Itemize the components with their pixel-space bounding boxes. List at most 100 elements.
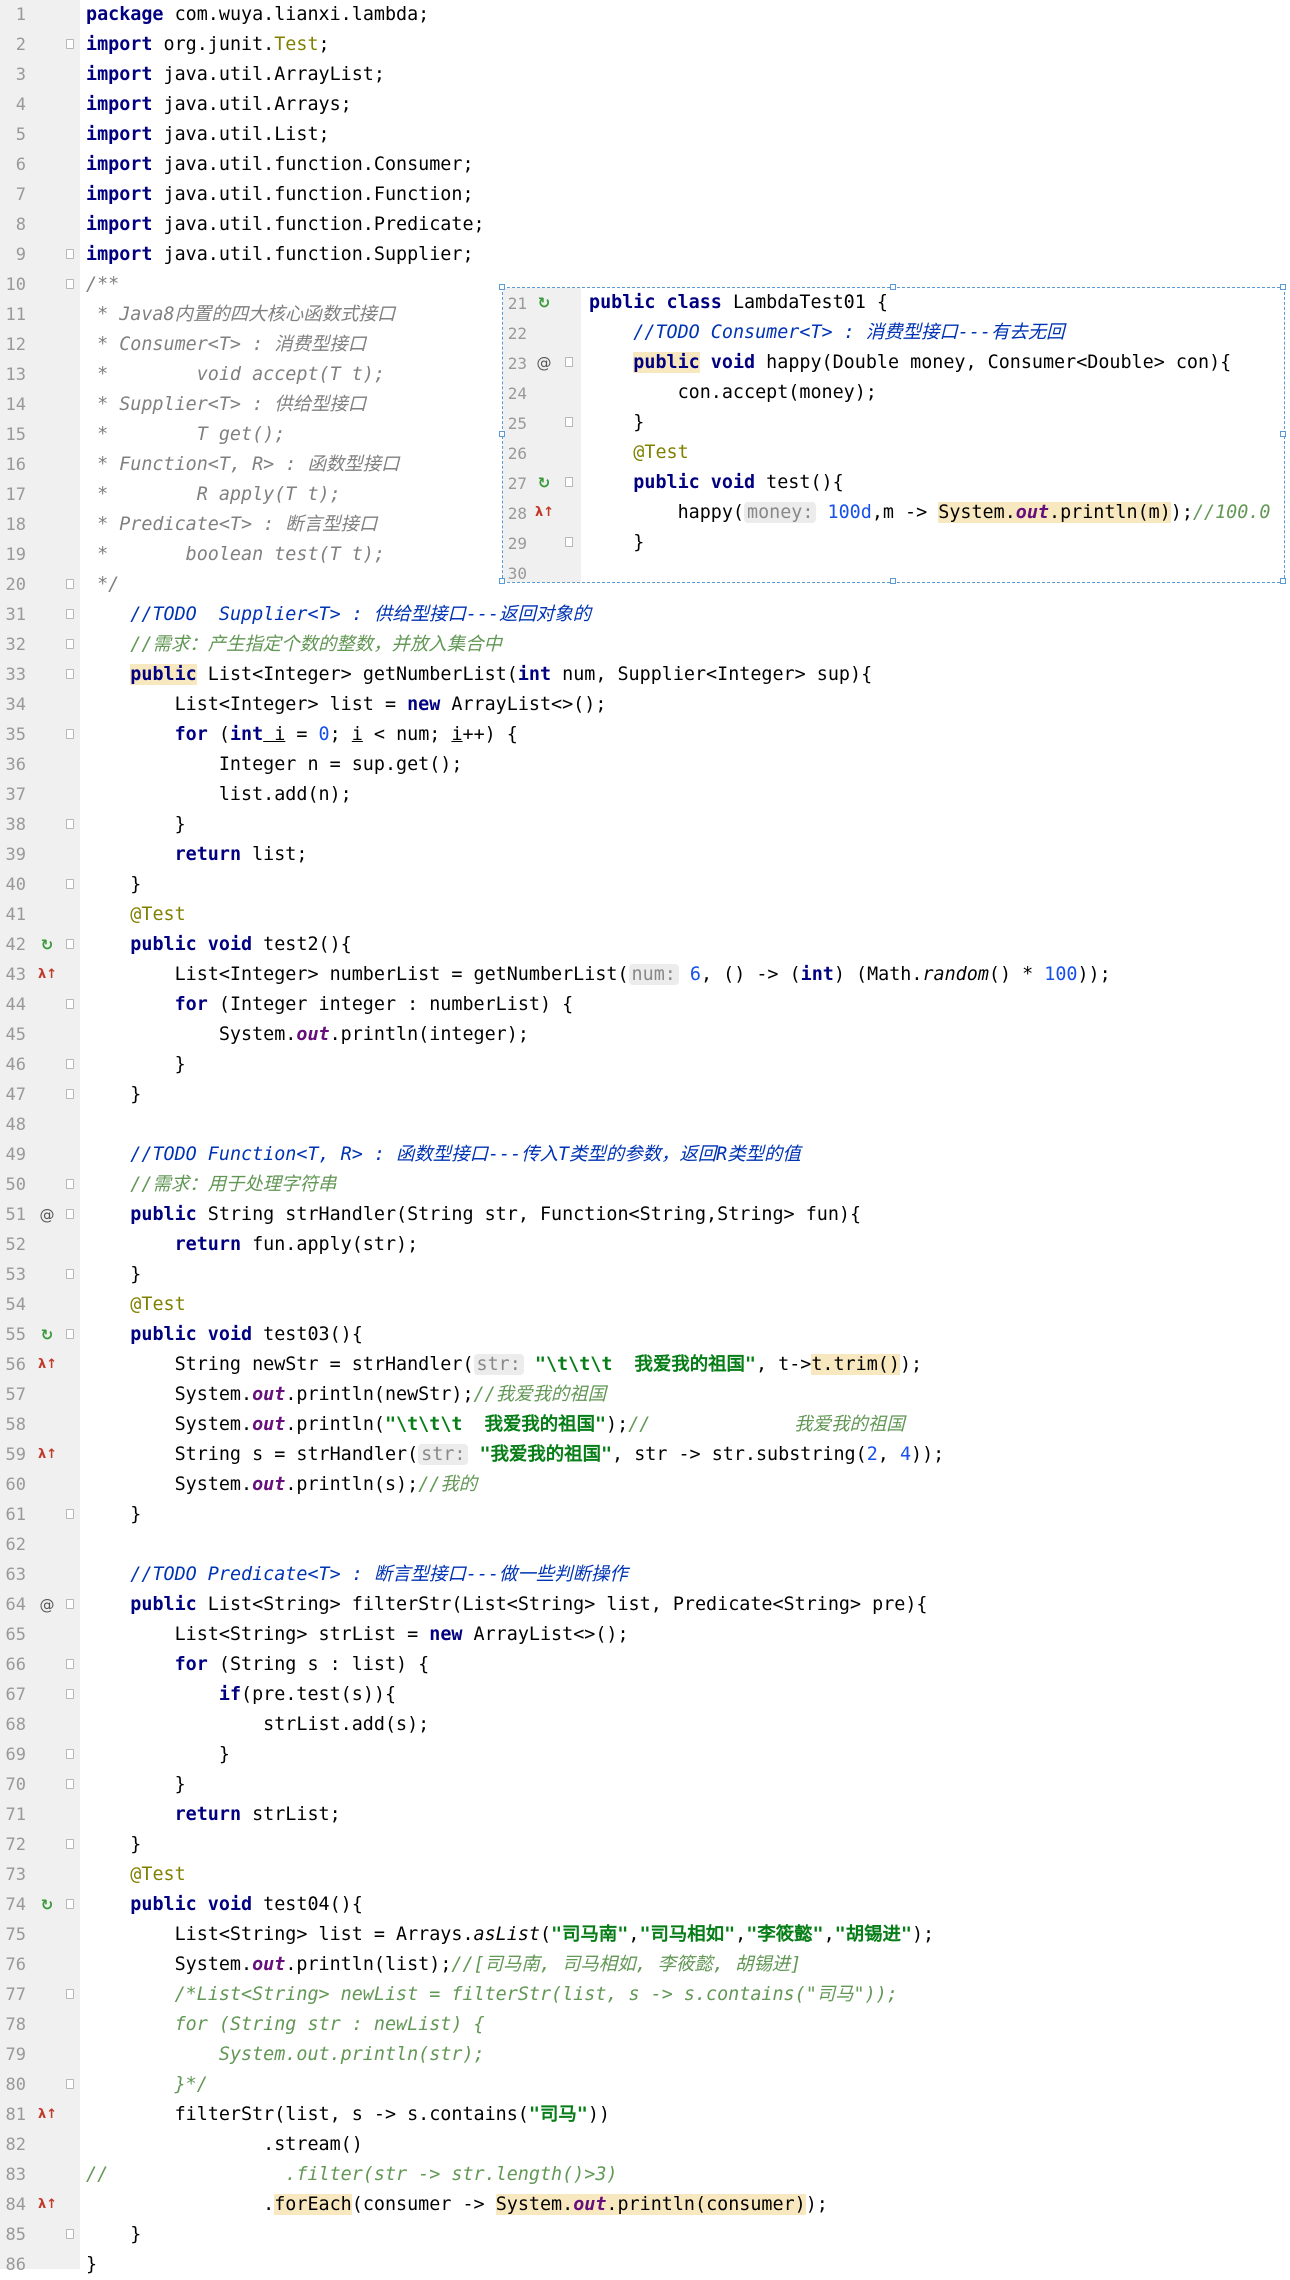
fold-marker-icon[interactable]	[66, 669, 74, 679]
code-line[interactable]: 48	[0, 1110, 1290, 1140]
fold-marker-icon[interactable]	[66, 1179, 74, 1189]
code-line[interactable]: 35 for (int i = 0; i < num; i++) {	[0, 720, 1290, 750]
code-line[interactable]: 2 import org.junit.Test;	[0, 30, 1290, 60]
code-line[interactable]: 64 @ public List<String> filterStr(List<S…	[0, 1590, 1290, 1620]
run-test-icon[interactable]: ↻	[38, 1326, 56, 1344]
lambda-icon[interactable]: λ↑	[38, 2106, 57, 2124]
fold-marker-icon[interactable]	[66, 579, 74, 589]
code-line[interactable]: 50 //需求：用于处理字符串	[0, 1170, 1290, 1200]
fold-marker-icon[interactable]	[66, 999, 74, 1009]
code-line[interactable]: 32 //需求：产生指定个数的整数，并放入集合中	[0, 630, 1290, 660]
fold-marker-icon[interactable]	[66, 1329, 74, 1339]
fold-marker-icon[interactable]	[565, 537, 573, 547]
code-line[interactable]: 79 System.out.println(str);	[0, 2040, 1290, 2070]
fold-marker-icon[interactable]	[66, 249, 74, 259]
code-line[interactable]: 74 ↻ public void test04(){	[0, 1890, 1290, 1920]
code-line[interactable]: 55 ↻ public void test03(){	[0, 1320, 1290, 1350]
resize-handle[interactable]	[1280, 284, 1286, 290]
fold-marker-icon[interactable]	[66, 1059, 74, 1069]
lambda-icon[interactable]: λ↑	[535, 504, 554, 522]
code-line[interactable]: 85 }	[0, 2220, 1290, 2250]
code-line[interactable]: 51 @ public String strHandler(String str,…	[0, 1200, 1290, 1230]
code-line[interactable]: 34 List<Integer> list = new ArrayList<>(…	[0, 690, 1290, 720]
code-line[interactable]: 83 // .filter(str -> str.length()>3)	[0, 2160, 1290, 2190]
override-icon[interactable]: @	[38, 1596, 56, 1614]
fold-marker-icon[interactable]	[66, 1839, 74, 1849]
code-line[interactable]: 52 return fun.apply(str);	[0, 1230, 1290, 1260]
code-line[interactable]: 5 import java.util.List;	[0, 120, 1290, 150]
fold-marker-icon[interactable]	[66, 1599, 74, 1609]
code-line[interactable]: 8 import java.util.function.Predicate;	[0, 210, 1290, 240]
code-line[interactable]: 69 }	[0, 1740, 1290, 1770]
fold-marker-icon[interactable]	[565, 357, 573, 367]
fold-marker-icon[interactable]	[66, 1089, 74, 1099]
fold-marker-icon[interactable]	[66, 1509, 74, 1519]
override-icon[interactable]: @	[38, 1206, 56, 1224]
code-line[interactable]: 63 //TODO Predicate<T> : 断言型接口---做一些判断操作	[0, 1560, 1290, 1590]
code-line[interactable]: 49 //TODO Function<T, R> : 函数型接口---传入T类型…	[0, 1140, 1290, 1170]
code-line[interactable]: 45 System.out.println(integer);	[0, 1020, 1290, 1050]
fold-marker-icon[interactable]	[66, 1689, 74, 1699]
code-line[interactable]: 77 /*List<String> newList = filterStr(li…	[0, 1980, 1290, 2010]
code-line[interactable]: 75 List<String> list = Arrays.asList("司马…	[0, 1920, 1290, 1950]
code-line[interactable]: 38 }	[0, 810, 1290, 840]
lambda-icon[interactable]: λ↑	[38, 2196, 57, 2214]
resize-handle[interactable]	[499, 284, 505, 290]
fold-marker-icon[interactable]	[66, 639, 74, 649]
resize-handle[interactable]	[1280, 578, 1286, 584]
fold-marker-icon[interactable]	[66, 2079, 74, 2089]
fold-marker-icon[interactable]	[66, 729, 74, 739]
code-line[interactable]: 33 public List<Integer> getNumberList(in…	[0, 660, 1290, 690]
code-line[interactable]: 57 System.out.println(newStr);//我爱我的祖国	[0, 1380, 1290, 1410]
code-line[interactable]: 70 }	[0, 1770, 1290, 1800]
code-line[interactable]: 78 for (String str : newList) {	[0, 2010, 1290, 2040]
code-line[interactable]: 31 //TODO Supplier<T> : 供给型接口---返回对象的	[0, 600, 1290, 630]
code-line[interactable]: 40 }	[0, 870, 1290, 900]
code-line[interactable]: 37 list.add(n);	[0, 780, 1290, 810]
code-line[interactable]: 65 List<String> strList = new ArrayList<…	[0, 1620, 1290, 1650]
fold-marker-icon[interactable]	[66, 1779, 74, 1789]
code-line[interactable]: 84 λ↑ .forEach(consumer -> System.out.pri…	[0, 2190, 1290, 2220]
code-line[interactable]: 3 import java.util.ArrayList;	[0, 60, 1290, 90]
code-line[interactable]: 68 strList.add(s);	[0, 1710, 1290, 1740]
code-line[interactable]: 61 }	[0, 1500, 1290, 1530]
fold-marker-icon[interactable]	[66, 939, 74, 949]
code-line[interactable]: 71 return strList;	[0, 1800, 1290, 1830]
fold-marker-icon[interactable]	[66, 2229, 74, 2239]
fold-marker-icon[interactable]	[66, 1899, 74, 1909]
code-line[interactable]: 42 ↻ public void test2(){	[0, 930, 1290, 960]
fold-marker-icon[interactable]	[66, 1209, 74, 1219]
code-line[interactable]: 1 package com.wuya.lianxi.lambda;	[0, 0, 1290, 30]
resize-handle[interactable]	[890, 578, 896, 584]
fold-marker-icon[interactable]	[66, 279, 74, 289]
code-line[interactable]: 72 }	[0, 1830, 1290, 1860]
fold-marker-icon[interactable]	[66, 1269, 74, 1279]
fold-marker-icon[interactable]	[565, 417, 573, 427]
code-line[interactable]: 66 for (String s : list) {	[0, 1650, 1290, 1680]
code-line[interactable]: 6 import java.util.function.Consumer;	[0, 150, 1290, 180]
code-line[interactable]: 58 System.out.println("\t\t\t 我爱我的祖国");/…	[0, 1410, 1290, 1440]
code-line[interactable]: 29 }	[503, 528, 1284, 558]
fold-marker-icon[interactable]	[66, 1749, 74, 1759]
override-icon[interactable]: @	[535, 354, 553, 372]
code-line[interactable]: 39 return list;	[0, 840, 1290, 870]
run-test-icon[interactable]: ↻	[535, 474, 553, 492]
resize-handle[interactable]	[499, 578, 505, 584]
fold-marker-icon[interactable]	[565, 477, 573, 487]
resize-handle[interactable]	[499, 431, 505, 437]
code-line[interactable]: 53 }	[0, 1260, 1290, 1290]
fold-marker-icon[interactable]	[66, 39, 74, 49]
code-line[interactable]: 9 import java.util.function.Supplier;	[0, 240, 1290, 270]
code-line[interactable]: 82 .stream()	[0, 2130, 1290, 2160]
code-line[interactable]: 81 λ↑ filterStr(list, s -> s.contains("司马…	[0, 2100, 1290, 2130]
code-line[interactable]: 36 Integer n = sup.get();	[0, 750, 1290, 780]
lambda-icon[interactable]: λ↑	[38, 1356, 57, 1374]
code-line[interactable]: 47 }	[0, 1080, 1290, 1110]
code-line[interactable]: 7 import java.util.function.Function;	[0, 180, 1290, 210]
code-line[interactable]: 76 System.out.println(list);//[司马南, 司马相如…	[0, 1950, 1290, 1980]
fold-marker-icon[interactable]	[66, 879, 74, 889]
code-line[interactable]: 80 }*/	[0, 2070, 1290, 2100]
run-test-icon[interactable]: ↻	[38, 936, 56, 954]
run-test-icon[interactable]: ↻	[535, 294, 553, 312]
code-line[interactable]: 24 con.accept(money);	[503, 378, 1284, 408]
